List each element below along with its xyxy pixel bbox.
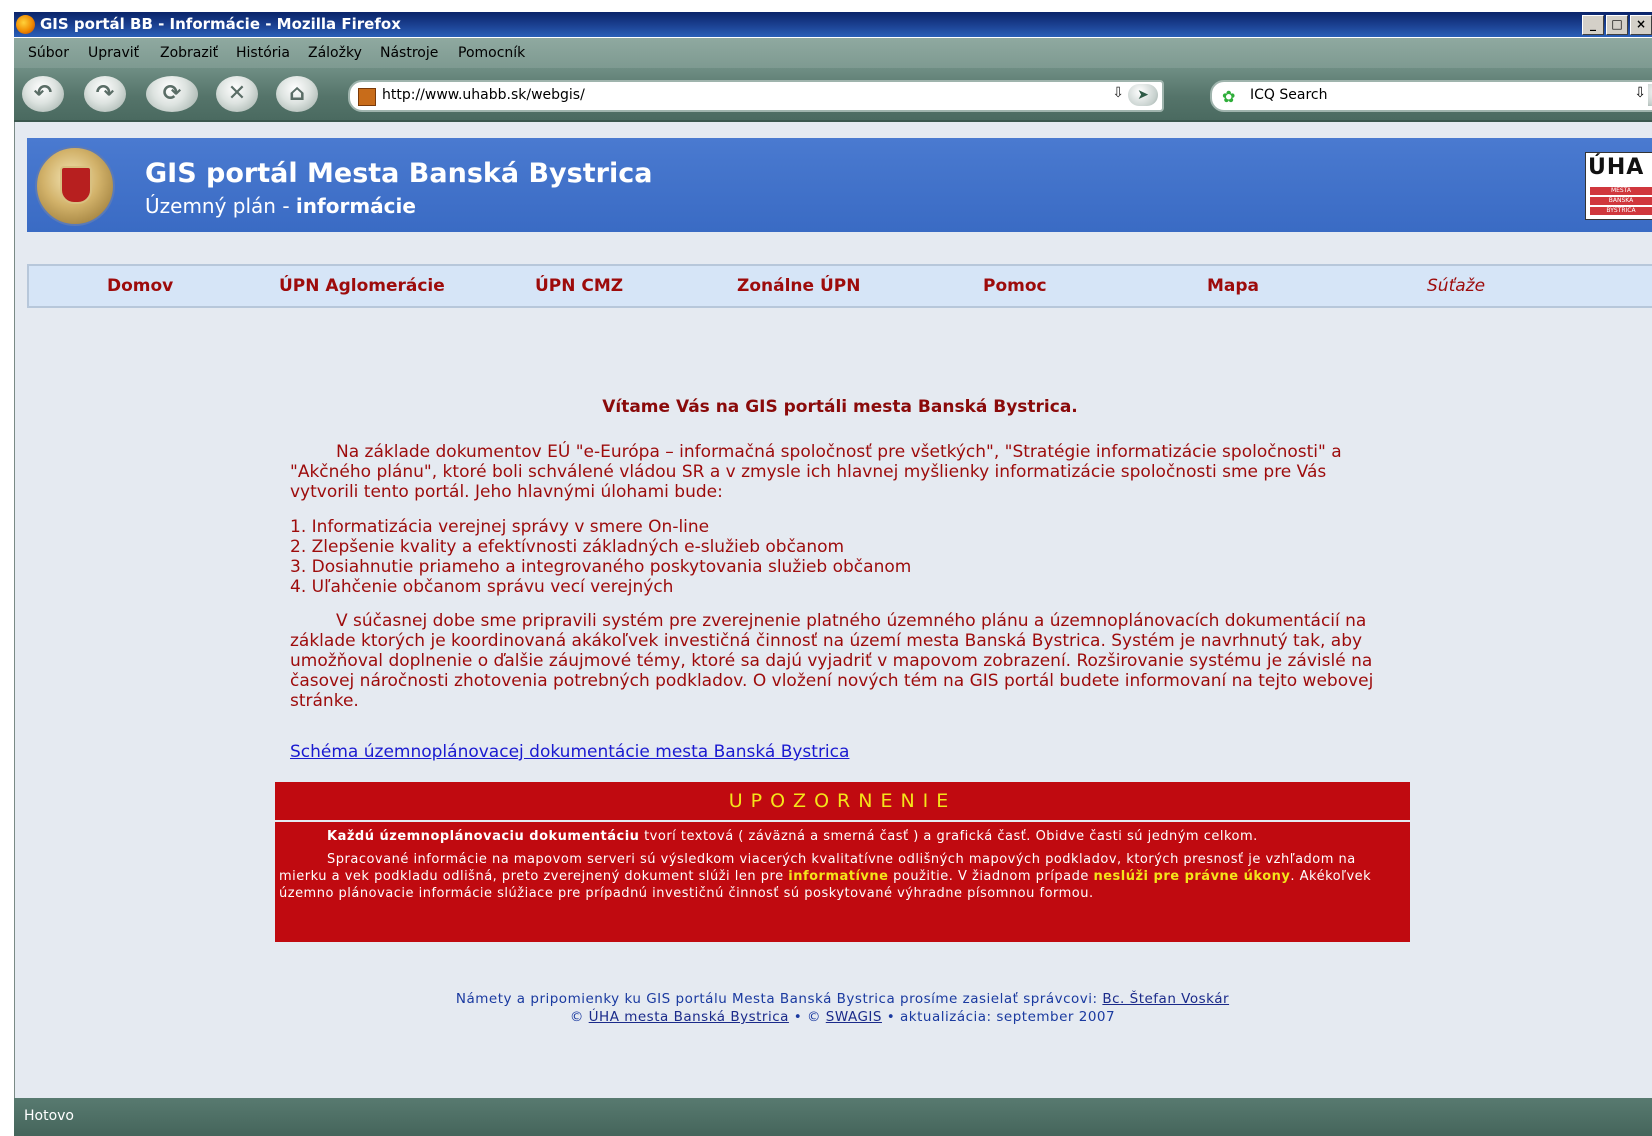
- reload-icon[interactable]: ⟳: [146, 76, 198, 112]
- warning-highlight: informatívne: [788, 869, 889, 884]
- site-navigation: Domov ÚPN Aglomerácie ÚPN CMZ Zonálne ÚP…: [27, 264, 1652, 308]
- nav-sutaze[interactable]: Súťaže: [1427, 276, 1485, 296]
- schema-link[interactable]: Schéma územnoplánovacej dokumentácie mes…: [290, 742, 849, 762]
- nav-pomoc[interactable]: Pomoc: [983, 276, 1047, 296]
- site-favicon: [358, 88, 376, 106]
- list-item: 2. Zlepšenie kvality a efektívnosti zákl…: [290, 537, 845, 557]
- uha-link[interactable]: ÚHA mesta Banská Bystrica: [589, 1009, 789, 1025]
- warning-heading: UPOZORNENIE: [275, 782, 1410, 820]
- subtitle-bold: informácie: [295, 194, 416, 218]
- warning-body: Každú územnoplánovaciu dokumentáciu tvor…: [275, 822, 1410, 942]
- navigation-toolbar: ↶ ↷ ⟳ ✕ ⌂ ⇩ ➤ ✿ ⇩ ➤: [14, 68, 1652, 122]
- nav-mapa[interactable]: Mapa: [1207, 276, 1259, 296]
- forward-icon[interactable]: ↷: [84, 76, 126, 112]
- site-title: GIS portál Mesta Banská Bystrica: [145, 158, 653, 189]
- search-bar[interactable]: ✿ ⇩ ➤: [1210, 80, 1652, 112]
- swagis-link[interactable]: SWAGIS: [826, 1009, 882, 1025]
- list-item: 4. Uľahčenie občanom správu vecí verejný…: [290, 577, 674, 597]
- menu-zalozky[interactable]: Záložky: [308, 45, 362, 61]
- address-bar[interactable]: ⇩ ➤: [348, 80, 1164, 112]
- back-icon[interactable]: ↶: [22, 76, 64, 112]
- menu-pomocnik[interactable]: Pomocník: [458, 45, 525, 61]
- header-banner: GIS portál Mesta Banská Bystrica Územný …: [27, 138, 1652, 232]
- uha-logo-line: BANSKÁ: [1590, 197, 1652, 205]
- footer-text: Námety a pripomienky ku GIS portálu Mest…: [455, 991, 1103, 1007]
- menu-zobrazit[interactable]: Zobraziť: [160, 45, 218, 61]
- uha-logo: ÚHA MESTA BANSKÁ BYSTRICA: [1585, 152, 1652, 220]
- firefox-icon: [16, 15, 35, 34]
- warning-text: tvorí textová ( záväzná a smerná časť ) …: [639, 829, 1258, 844]
- warning-highlight: neslúži pre právne úkony: [1093, 869, 1291, 884]
- city-seal-logo: [35, 146, 115, 226]
- intro-text: Na základe dokumentov EÚ "e-Európa – inf…: [290, 442, 1342, 502]
- search-go-button[interactable]: ➤: [1648, 84, 1652, 106]
- status-text: Hotovo: [24, 1108, 74, 1124]
- stop-icon[interactable]: ✕: [216, 76, 258, 112]
- window-controls: _ □ ×: [1582, 15, 1652, 35]
- footer-line-1: Námety a pripomienky ku GIS portálu Mest…: [275, 990, 1410, 1008]
- status-bar: Hotovo: [14, 1098, 1652, 1136]
- warning-paragraph-1: Každú územnoplánovaciu dokumentáciu tvor…: [279, 828, 1406, 845]
- update-date: • aktualizácia: september 2007: [881, 1009, 1116, 1025]
- menu-subor[interactable]: Súbor: [28, 45, 69, 61]
- list-item: 1. Informatizácia verejnej správy v smer…: [290, 517, 710, 537]
- copyright-symbol: ©: [569, 1009, 589, 1025]
- nav-upn-aglomeracie[interactable]: ÚPN Aglomerácie: [279, 276, 445, 296]
- warning-paragraph-2: Spracované informácie na mapovom serveri…: [279, 851, 1406, 902]
- menu-historia[interactable]: História: [236, 45, 290, 61]
- uha-logo-line: MESTA: [1590, 187, 1652, 195]
- coat-of-arms-icon: [60, 166, 92, 204]
- list-item: 3. Dosiahnutie priameho a integrovaného …: [290, 557, 912, 577]
- minimize-button[interactable]: _: [1582, 15, 1604, 35]
- admin-email-link[interactable]: Bc. Štefan Voskár: [1102, 991, 1229, 1007]
- footer-line-2: © ÚHA mesta Banská Bystrica • © SWAGIS •…: [275, 1008, 1410, 1026]
- url-input[interactable]: [380, 86, 1104, 104]
- site-subtitle: Územný plán - informácie: [145, 194, 416, 218]
- home-icon[interactable]: ⌂: [276, 76, 318, 112]
- go-button[interactable]: ➤: [1128, 84, 1158, 106]
- uha-logo-line: BYSTRICA: [1590, 207, 1652, 215]
- nav-domov[interactable]: Domov: [107, 276, 173, 296]
- page-footer: Námety a pripomienky ku GIS portálu Mest…: [275, 990, 1410, 1026]
- url-dropdown-icon[interactable]: ⇩: [1112, 85, 1124, 101]
- system-text: V súčasnej dobe sme pripravili systém pr…: [290, 611, 1374, 711]
- nav-zonalne-upn[interactable]: Zonálne ÚPN: [737, 276, 860, 296]
- search-input[interactable]: [1248, 86, 1592, 104]
- subtitle-plain: Územný plán -: [145, 194, 296, 218]
- web-page: GIS portál Mesta Banská Bystrica Územný …: [14, 122, 1652, 1098]
- icq-clover-icon: ✿: [1222, 87, 1236, 106]
- warning-bold-text: Každú územnoplánovaciu dokumentáciu: [327, 829, 640, 844]
- window-title: GIS portál BB - Informácie - Mozilla Fir…: [40, 15, 401, 33]
- intro-paragraph: Na základe dokumentov EÚ "e-Európa – inf…: [290, 442, 1390, 502]
- search-dropdown-icon[interactable]: ⇩: [1634, 85, 1646, 101]
- menu-upravit[interactable]: Upraviť: [88, 45, 139, 61]
- welcome-heading: Vítame Vás na GIS portáli mesta Banská B…: [602, 397, 1078, 417]
- close-button[interactable]: ×: [1630, 15, 1652, 35]
- maximize-button[interactable]: □: [1606, 15, 1628, 35]
- goals-list: 1. Informatizácia verejnej správy v smer…: [290, 517, 1390, 597]
- warning-text: použitie. V žiadnom prípade: [888, 869, 1094, 884]
- system-paragraph: V súčasnej dobe sme pripravili systém pr…: [290, 611, 1390, 711]
- nav-upn-cmz[interactable]: ÚPN CMZ: [535, 276, 623, 296]
- menu-nastroje[interactable]: Nástroje: [380, 45, 438, 61]
- footer-separator: • ©: [788, 1009, 826, 1025]
- menu-bar: Súbor Upraviť Zobraziť História Záložky …: [14, 38, 1652, 68]
- browser-window: GIS portál BB - Informácie - Mozilla Fir…: [0, 0, 1652, 1136]
- title-bar: GIS portál BB - Informácie - Mozilla Fir…: [14, 12, 1652, 37]
- uha-logo-text: ÚHA: [1588, 155, 1645, 180]
